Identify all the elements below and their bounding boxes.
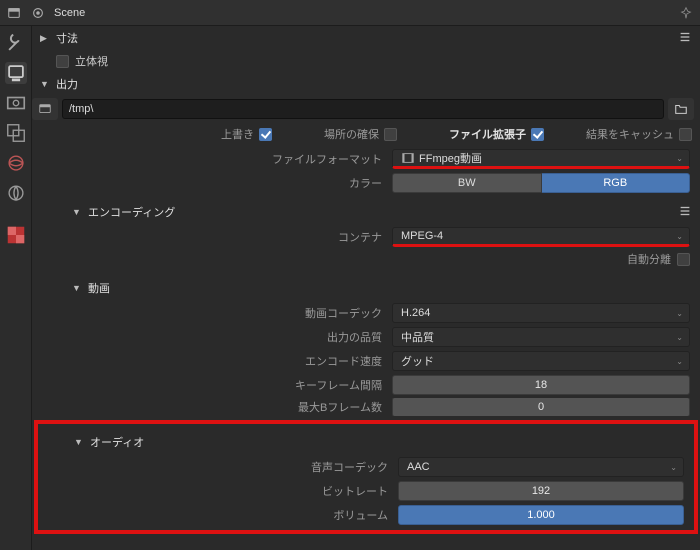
chevron-down-icon: ⌄: [676, 154, 683, 163]
stereoscopy-checkbox[interactable]: [56, 55, 69, 68]
cache-result-checkbox[interactable]: [679, 128, 692, 141]
audio-codec-row: 音声コーデック AAC⌄: [38, 456, 694, 478]
section-label: 動画: [88, 280, 110, 296]
chevron-down-icon: ▼: [72, 207, 82, 217]
color-mode-group: BW RGB: [392, 173, 690, 193]
chevron-down-icon: ⌄: [670, 463, 677, 472]
scene-name[interactable]: Scene: [54, 7, 85, 19]
cache-result-label: 結果をキャッシュ: [586, 126, 674, 142]
audio-highlight-box: ▼ オーディオ 音声コーデック AAC⌄ ビットレート 192 ボリューム 1.…: [34, 420, 698, 534]
section-video[interactable]: ▼ 動画: [32, 276, 700, 300]
file-format-value: FFmpeg動画: [419, 150, 482, 166]
tab-output[interactable]: [5, 62, 27, 84]
output-path-row: [32, 96, 700, 122]
scene-icon: [30, 5, 46, 21]
properties-tab-column: [0, 26, 32, 550]
bitrate-field[interactable]: 192: [398, 481, 684, 501]
encode-speed-row: エンコード速度 グッド⌄: [32, 350, 700, 372]
autosplit-checkbox[interactable]: [677, 253, 690, 266]
maxb-label: 最大Bフレーム数: [32, 399, 392, 415]
tab-render[interactable]: [5, 92, 27, 114]
encode-speed-dropdown[interactable]: グッド⌄: [392, 351, 690, 371]
tab-texture[interactable]: [5, 224, 27, 246]
video-codec-dropdown[interactable]: H.264⌄: [392, 303, 690, 323]
section-output[interactable]: ▼ 出力: [32, 72, 700, 96]
video-codec-row: 動画コーデック H.264⌄: [32, 302, 700, 324]
autosplit-label: 自動分離: [627, 251, 671, 267]
chevron-right-icon: ▶: [40, 33, 50, 44]
pin-icon[interactable]: [678, 5, 694, 21]
chevron-down-icon: ⌄: [676, 232, 683, 241]
chevron-down-icon: ⌄: [676, 309, 683, 318]
file-format-dropdown[interactable]: FFmpeg動画 ⌄: [392, 149, 690, 169]
stereoscopy-label: 立体視: [75, 53, 108, 69]
chevron-down-icon: ▼: [72, 283, 82, 293]
preset-menu-icon[interactable]: [678, 204, 692, 221]
section-label: 出力: [56, 76, 78, 92]
output-quality-dropdown[interactable]: 中品質⌄: [392, 327, 690, 347]
maxb-row: 最大Bフレーム数 0: [32, 398, 700, 416]
section-encoding[interactable]: ▼ エンコーディング: [32, 200, 700, 224]
container-dropdown[interactable]: MPEG-4 ⌄: [392, 227, 690, 247]
output-quality-label: 出力の品質: [32, 329, 392, 345]
browse-folder-button[interactable]: [668, 98, 694, 120]
container-row: コンテナ MPEG-4 ⌄: [32, 226, 700, 248]
header-bar: Scene: [0, 0, 700, 26]
autosplit-row: 自動分離: [32, 248, 700, 270]
overwrite-checkbox[interactable]: [259, 128, 272, 141]
editor-type-icon[interactable]: [6, 5, 22, 21]
chevron-down-icon: ▼: [74, 437, 84, 447]
keyframe-field[interactable]: 18: [392, 375, 690, 395]
chevron-down-icon: ⌄: [676, 333, 683, 342]
section-dimensions[interactable]: ▶ 寸法: [32, 26, 700, 50]
tab-viewlayer[interactable]: [5, 122, 27, 144]
audio-codec-label: 音声コーデック: [38, 459, 398, 475]
placeholders-checkbox[interactable]: [384, 128, 397, 141]
section-audio[interactable]: ▼ オーディオ: [38, 430, 694, 454]
maxb-field[interactable]: 0: [392, 398, 690, 416]
color-label: カラー: [32, 175, 392, 191]
output-flags-row: 上書き 場所の確保 ファイル拡張子 結果をキャッシュ: [32, 122, 700, 146]
output-path-input[interactable]: [62, 99, 664, 119]
chevron-down-icon: ⌄: [676, 357, 683, 366]
section-label: 寸法: [56, 30, 78, 46]
overwrite-label: 上書き: [221, 126, 254, 142]
output-icon: [32, 98, 58, 120]
file-ext-checkbox[interactable]: [531, 128, 544, 141]
tab-world[interactable]: [5, 182, 27, 204]
file-ext-label: ファイル拡張子: [449, 126, 526, 142]
keyframe-row: キーフレーム間隔 18: [32, 374, 700, 396]
color-row: カラー BW RGB: [32, 172, 700, 194]
color-bw-button[interactable]: BW: [392, 173, 542, 193]
volume-row: ボリューム 1.000: [38, 504, 694, 526]
chevron-down-icon: ▼: [40, 79, 50, 89]
output-quality-row: 出力の品質 中品質⌄: [32, 326, 700, 348]
section-label: エンコーディング: [88, 204, 175, 220]
tab-tool[interactable]: [5, 32, 27, 54]
encode-speed-label: エンコード速度: [32, 353, 392, 369]
container-label: コンテナ: [32, 229, 392, 245]
container-value: MPEG-4: [401, 230, 443, 242]
bitrate-label: ビットレート: [38, 483, 398, 499]
section-label: オーディオ: [90, 434, 144, 450]
stereoscopy-row: 立体視: [32, 50, 700, 72]
keyframe-label: キーフレーム間隔: [32, 377, 392, 393]
video-codec-label: 動画コーデック: [32, 305, 392, 321]
file-format-label: ファイルフォーマット: [32, 151, 392, 167]
audio-codec-dropdown[interactable]: AAC⌄: [398, 457, 684, 477]
bitrate-row: ビットレート 192: [38, 480, 694, 502]
color-rgb-button[interactable]: RGB: [542, 173, 691, 193]
output-properties-panel: ▶ 寸法 立体視 ▼ 出力: [32, 26, 700, 550]
volume-field[interactable]: 1.000: [398, 505, 684, 525]
video-icon: [401, 151, 415, 165]
preset-menu-icon[interactable]: [678, 30, 692, 47]
file-format-row: ファイルフォーマット FFmpeg動画 ⌄: [32, 148, 700, 170]
volume-label: ボリューム: [38, 507, 398, 523]
placeholders-label: 場所の確保: [324, 126, 379, 142]
tab-scene[interactable]: [5, 152, 27, 174]
